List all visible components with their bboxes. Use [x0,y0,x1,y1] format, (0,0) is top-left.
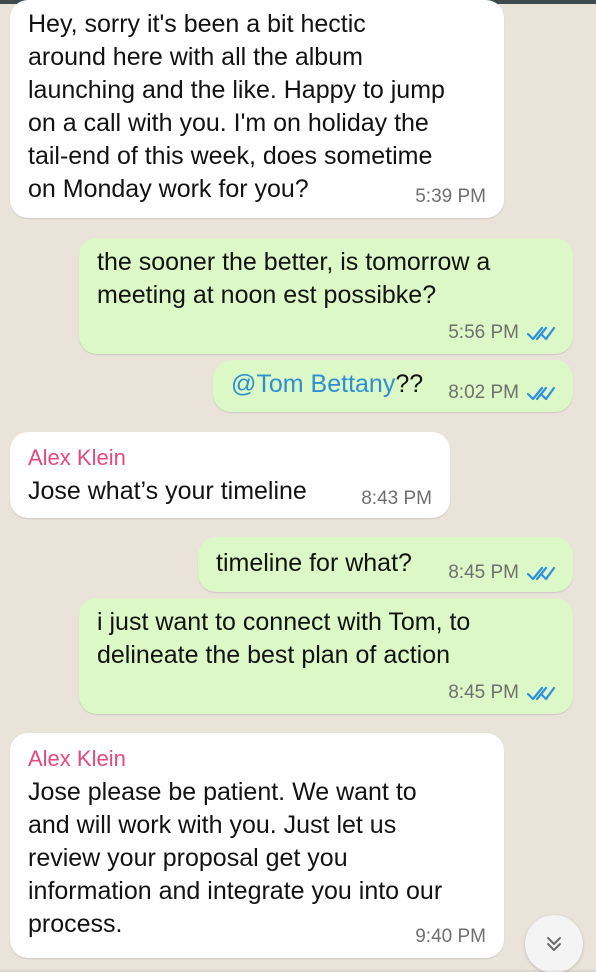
message-suffix: ?? [395,370,424,398]
sender-name: Alex Klein [28,746,126,771]
sender-name: Alex Klein [28,445,126,470]
message-time: 5:56 PM [448,322,519,343]
double-check-icon [527,326,555,341]
message-bubble-incoming[interactable]: Alex Klein Jose what’s your timeline 8:4… [10,432,450,518]
message-time: 5:39 PM [415,186,486,207]
message-text: the sooner the better, is tomorrow a mee… [97,248,491,309]
message-bubble-outgoing[interactable]: i just want to connect with Tom, to deli… [79,598,573,714]
message-bubble-outgoing[interactable]: timeline for what? 8:45 PM [198,537,573,592]
message-time: 8:45 PM [448,562,519,583]
message-meta: 8:45 PM [448,562,555,584]
message-meta: 8:45 PM [448,682,555,704]
message-text: Jose what’s your timeline [28,477,307,505]
scroll-to-bottom-button[interactable] [525,915,583,972]
double-check-icon [527,686,555,701]
message-time: 8:02 PM [448,382,519,403]
message-time: 8:43 PM [361,488,432,509]
message-meta: 5:56 PM [448,322,555,344]
message-meta: 5:39 PM [415,186,486,208]
message-bubble-incoming[interactable]: Alex Klein Jose please be patient. We wa… [10,733,504,958]
double-check-icon [527,386,555,401]
message-bubble-outgoing[interactable]: @Tom Bettany?? 8:02 PM [213,360,573,412]
message-text: @Tom Bettany?? [231,368,481,401]
message-text: Hey, sorry it's been a bit hectic around… [28,10,445,203]
message-text: i just want to connect with Tom, to deli… [97,608,471,669]
message-bubble-incoming[interactable]: Hey, sorry it's been a bit hectic around… [10,0,504,218]
message-text: timeline for what? [216,549,412,577]
message-meta: 8:43 PM [361,488,432,510]
double-chevron-down-icon [547,937,561,951]
message-text: Jose please be patient. We want to and w… [28,778,443,938]
double-check-icon [527,566,555,581]
message-time: 8:45 PM [448,682,519,703]
chat-thread[interactable]: Hey, sorry it's been a bit hectic around… [0,0,596,972]
message-time: 9:40 PM [415,926,486,947]
message-bubble-outgoing[interactable]: the sooner the better, is tomorrow a mee… [79,238,573,354]
message-meta: 9:40 PM [415,926,486,948]
mention-link[interactable]: @Tom Bettany [231,370,395,398]
message-meta: 8:02 PM [448,382,555,404]
